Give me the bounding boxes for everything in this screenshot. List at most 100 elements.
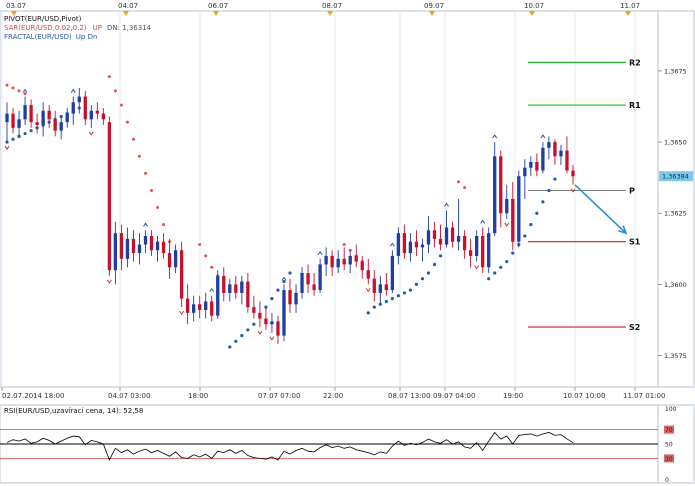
candle-body xyxy=(481,236,485,268)
candle-body xyxy=(511,199,515,242)
candle-body xyxy=(499,156,503,214)
top-date-label: 09.07 xyxy=(424,2,444,10)
pivot-label-r1: R1 xyxy=(629,101,641,110)
candle-body xyxy=(402,233,407,254)
sar-dot-above xyxy=(107,75,111,79)
candle-body xyxy=(529,162,533,168)
rsi-legend: RSI(EUR/USD,uzavírací cena, 14): 52,58 xyxy=(4,407,143,415)
candle-body xyxy=(222,275,226,293)
candle-body xyxy=(59,122,63,131)
top-date-label: 11.07 xyxy=(620,2,640,10)
sar-dot-above xyxy=(143,171,147,175)
candle-body xyxy=(113,233,118,271)
candle-body xyxy=(456,236,461,242)
candle-body xyxy=(559,150,563,157)
sar-dot-below xyxy=(493,271,497,275)
candle-body xyxy=(173,250,178,268)
candle-body xyxy=(161,241,166,254)
sar-dot-below xyxy=(29,129,33,133)
sar-dot-above xyxy=(125,120,129,124)
candle-body xyxy=(553,142,557,157)
sar-dot-above xyxy=(17,89,21,93)
bottom-date-label: 18:00 xyxy=(188,392,208,400)
sar-dot-below xyxy=(276,288,280,292)
candle-body xyxy=(420,244,425,248)
sar-dot-below xyxy=(366,311,370,315)
top-date-label: 10.07 xyxy=(524,2,544,10)
bottom-date-label: 10.07 10:00 xyxy=(563,392,605,400)
bottom-time-axis: 02.07.2014 18:00 04.07 03:00 18:00 07.07 07… xyxy=(1,387,665,400)
candle-body xyxy=(312,284,316,291)
sar-dot-below xyxy=(402,291,406,295)
sar-dot-below xyxy=(282,279,286,284)
candle-body xyxy=(523,167,527,177)
price-chart: R2 R1 P S1 S2 1,3575 1,3600 1,3625 1,3650 1,3675… xyxy=(0,2,695,484)
top-date-label: 08.07 xyxy=(322,2,342,10)
candle-body xyxy=(487,233,491,268)
bottom-date-label: 11.07 01:00 xyxy=(623,392,665,400)
candle-body xyxy=(438,238,443,245)
candle-body xyxy=(276,321,280,336)
candle-body xyxy=(41,110,45,125)
sar-dot-above xyxy=(150,188,154,192)
candle-body xyxy=(95,110,99,114)
sar-dot-below xyxy=(372,305,376,309)
candle-body xyxy=(342,258,346,265)
bottom-date-label: 07.07 07:00 xyxy=(258,392,300,400)
candle-body xyxy=(541,147,545,171)
candle-body xyxy=(252,307,256,313)
candle-body xyxy=(366,270,370,279)
candle-body xyxy=(83,96,87,120)
y-tick-label: 1,3600 xyxy=(664,281,687,289)
candle-body xyxy=(396,233,401,256)
sar-dot-above xyxy=(162,223,166,227)
candle-body xyxy=(462,236,467,251)
bottom-date-label: 04.07 03:00 xyxy=(108,392,150,400)
candle-body xyxy=(155,241,160,251)
candle-body xyxy=(5,113,9,123)
candle-body xyxy=(29,105,33,123)
sar-dot-below xyxy=(432,262,437,267)
candle-body xyxy=(288,290,292,305)
candle-body xyxy=(282,290,286,336)
candle-body xyxy=(390,255,395,291)
candle-body xyxy=(318,264,322,291)
sar-dot-below xyxy=(23,131,27,136)
rsi-tick-label: 30 xyxy=(665,456,673,463)
candle-body xyxy=(384,284,388,291)
sar-dot-above xyxy=(119,103,123,107)
sar-dot-below xyxy=(420,277,425,281)
candle-body xyxy=(565,150,569,171)
sar-dot-below xyxy=(529,223,533,227)
sar-dot-above xyxy=(463,186,467,190)
sar-dot-above xyxy=(137,154,141,158)
rsi-axis-frame xyxy=(657,404,695,484)
bottom-date-label: 02.07.2014 18:00 xyxy=(2,392,64,400)
candle-body xyxy=(264,318,268,325)
sar-dot-below xyxy=(414,282,419,286)
top-date-label: 06.07 xyxy=(208,2,228,10)
sar-dot-below xyxy=(252,322,256,326)
candle-body xyxy=(185,298,190,313)
sar-dot-below xyxy=(547,188,551,193)
candle-body xyxy=(474,236,479,256)
candle-body xyxy=(450,227,455,242)
sar-dot-above xyxy=(198,243,202,247)
candle-body xyxy=(348,255,352,265)
top-date-label: 03.07 xyxy=(6,2,26,10)
candle-body xyxy=(547,142,551,148)
sar-dot-below xyxy=(426,271,431,275)
candle-body xyxy=(234,284,238,293)
candle-body xyxy=(306,273,310,285)
candle-body xyxy=(216,275,220,316)
candle-body xyxy=(179,250,184,299)
y-tick-label: 1,3625 xyxy=(664,210,687,218)
sar-dot-above xyxy=(5,83,9,87)
sar-dot-below xyxy=(541,200,545,204)
candle-body xyxy=(432,230,437,239)
candle-body xyxy=(47,110,51,120)
candle-body xyxy=(89,110,93,120)
candle-body xyxy=(65,113,69,123)
y-tick-label: 1,3675 xyxy=(664,67,687,75)
sar-dot-below xyxy=(288,271,292,275)
